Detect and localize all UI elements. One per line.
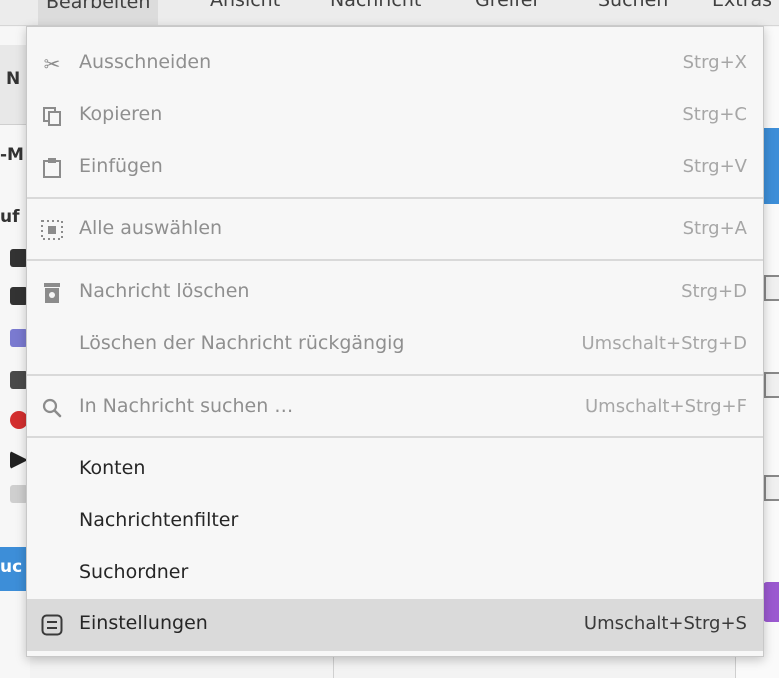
menu-item-shortcut: Strg+D [681,281,747,302]
menu-item-undelete-message[interactable]: Löschen der Nachricht rückgängig Umschal… [27,319,763,371]
copy-icon [39,104,65,128]
envelope-icon[interactable] [764,372,779,398]
menu-item-label: In Nachricht suchen … [79,395,294,417]
menu-item-shortcut: Strg+X [682,52,747,73]
menu-item-delete-message[interactable]: Nachricht löschen Strg+D [27,267,763,319]
menu-item-select-all[interactable]: Alle auswählen Strg+A [27,204,763,256]
menu-item-paste[interactable]: Einfügen Strg+V [27,142,763,194]
folder-pane-text: -M [0,145,24,165]
menu-item-accounts[interactable]: Konten [27,444,763,496]
menu-item-search-folders[interactable]: Suchordner [27,548,763,600]
folder-pane-text: uf [0,207,20,227]
select-all-icon [39,218,65,242]
menu-item-label: Löschen der Nachricht rückgängig [79,332,405,354]
menu-item-label: Konten [79,457,146,479]
menubar-item-ansicht[interactable]: Ansicht [210,0,280,11]
menu-item-copy[interactable]: Kopieren Strg+C [27,90,763,142]
menu-item-label: Alle auswählen [79,217,223,239]
divider [333,655,334,678]
menu-separator [27,374,763,376]
trash-icon [39,281,65,305]
menu-item-shortcut: Strg+C [682,104,747,125]
menubar-item-suchen[interactable]: Suchen [598,0,668,11]
menu-item-label: Nachricht löschen [79,280,250,302]
menu-item-settings[interactable]: Einstellungen Umschalt+Strg+S [27,599,763,651]
menubar-item-extras[interactable]: Extras [712,0,772,11]
edit-menu: ✂ Ausschneiden Strg+X Kopieren Strg+C Ei… [26,26,764,657]
menu-separator [27,197,763,199]
folder-pane-text: N [6,69,21,89]
menubar-item-nachricht[interactable]: Nachricht [330,0,421,11]
menubar: Bearbeiten Ansicht Nachricht Greifer Suc… [0,0,779,26]
addon-icon[interactable] [763,582,779,622]
menubar-item-bearbeiten[interactable]: Bearbeiten [38,0,159,25]
menu-item-shortcut: Umschalt+Strg+D [581,333,748,354]
menu-item-shortcut: Umschalt+Strg+S [583,613,747,634]
menu-item-label: Nachrichtenfilter [79,509,239,531]
menu-item-shortcut: Strg+A [682,218,747,239]
menu-item-label: Suchordner [79,561,189,583]
menu-item-cut[interactable]: ✂ Ausschneiden Strg+X [27,38,763,90]
settings-icon [39,613,65,637]
menu-item-shortcut: Umschalt+Strg+F [585,396,747,417]
menu-item-find-in-message[interactable]: In Nachricht suchen … Umschalt+Strg+F [27,382,763,434]
folder-pane-text: uc [0,557,23,577]
scissors-icon: ✂ [43,52,61,76]
menu-item-label: Einstellungen [79,612,208,634]
attachment-icon[interactable] [764,275,779,301]
menu-item-shortcut: Strg+V [682,156,747,177]
menu-separator [27,259,763,261]
menu-item-label: Ausschneiden [79,51,212,73]
search-icon [39,396,65,420]
menu-item-label: Einfügen [79,155,163,177]
menubar-item-greifer[interactable]: Greifer [475,0,540,11]
menu-item-message-filters[interactable]: Nachrichtenfilter [27,496,763,548]
menu-separator [27,436,763,438]
calendar-icon[interactable] [764,475,779,501]
menu-item-label: Kopieren [79,103,163,125]
clipboard-icon [39,156,65,180]
